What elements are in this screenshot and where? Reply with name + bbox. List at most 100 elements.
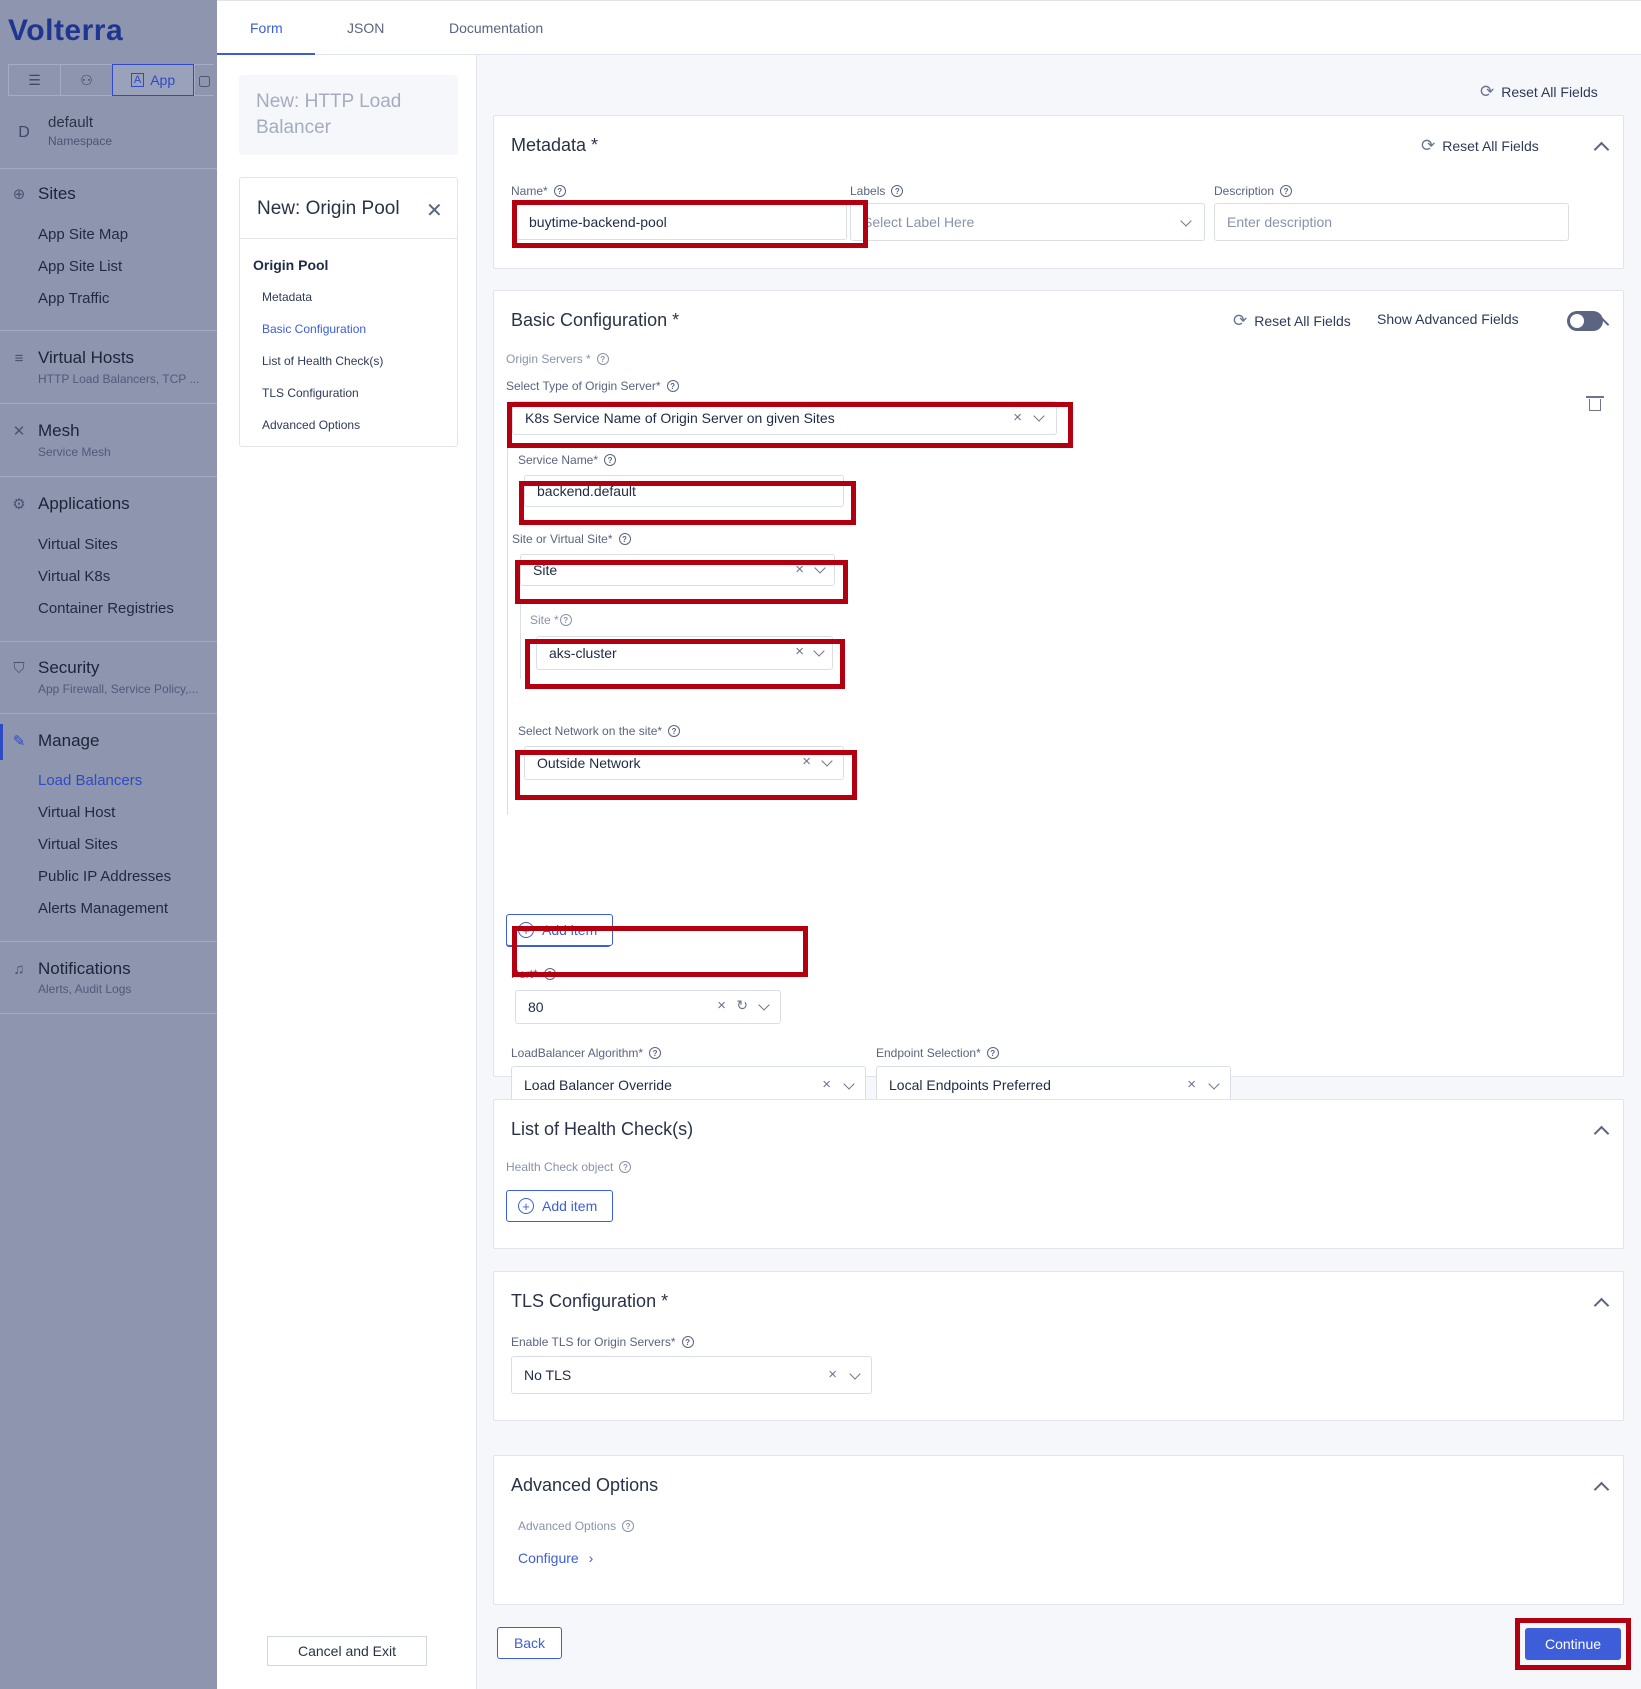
sidebar-divider bbox=[0, 476, 217, 477]
sidebar-item-app-site-list[interactable]: App Site List bbox=[38, 258, 122, 275]
collapse-icon[interactable] bbox=[1593, 1294, 1609, 1310]
configure-link[interactable]: Configure › bbox=[518, 1550, 593, 1566]
sidebar-item-virtual-host[interactable]: Virtual Host bbox=[38, 804, 115, 821]
shield-icon: ⛉ bbox=[13, 659, 25, 677]
help-icon[interactable]: ? bbox=[619, 1161, 632, 1173]
nav-health-checks[interactable]: List of Health Check(s) bbox=[262, 354, 383, 368]
reset-basic-button[interactable]: ⟳ Reset All Fields bbox=[1233, 311, 1351, 331]
refresh-icon[interactable]: ↻ bbox=[736, 997, 748, 1014]
back-button[interactable]: Back bbox=[497, 1627, 562, 1659]
reset-label: Reset All Fields bbox=[1254, 313, 1351, 329]
origin-pool-card: New: Origin Pool ✕ Origin Pool Metadata … bbox=[239, 177, 458, 447]
description-input[interactable]: Enter description bbox=[1214, 203, 1569, 241]
sidebar-item-app-traffic[interactable]: App Traffic bbox=[38, 290, 109, 307]
nav-basic-configuration[interactable]: Basic Configuration bbox=[262, 322, 366, 336]
trash-icon[interactable] bbox=[1586, 395, 1604, 411]
sidebar-section-subtitle: App Firewall, Service Policy,... bbox=[38, 682, 199, 696]
nav-tls-configuration[interactable]: TLS Configuration bbox=[262, 386, 359, 400]
more-mode-icon[interactable]: ▢ bbox=[194, 64, 214, 96]
app-icon: A bbox=[130, 73, 145, 87]
clear-icon[interactable]: × bbox=[828, 1366, 837, 1383]
chevron-down-icon bbox=[1208, 1078, 1220, 1090]
sidebar-section-notifications[interactable]: ♫ Notifications bbox=[10, 959, 130, 979]
enable-tls-select[interactable]: No TLS × bbox=[511, 1356, 872, 1394]
help-icon[interactable]: ? bbox=[596, 353, 609, 365]
clear-icon[interactable]: × bbox=[717, 997, 726, 1014]
reset-all-fields-top[interactable]: ⟳ Reset All Fields bbox=[1480, 82, 1598, 102]
mode-tab-app-label: App bbox=[150, 72, 176, 88]
labels-select[interactable]: Select Label Here bbox=[850, 203, 1205, 241]
collapse-icon[interactable] bbox=[1593, 1478, 1609, 1494]
collapse-icon[interactable] bbox=[1593, 138, 1609, 154]
bell-icon: ♫ bbox=[13, 960, 25, 978]
sidebar-section-subtitle: Alerts, Audit Logs bbox=[38, 982, 132, 996]
help-icon[interactable]: ? bbox=[618, 533, 631, 545]
mode-tab-app[interactable]: A App bbox=[112, 64, 194, 96]
sidebar-section-sites[interactable]: ⊕ Sites bbox=[10, 184, 76, 204]
sidebar-item-app-site-map[interactable]: App Site Map bbox=[38, 226, 128, 243]
nesting-line bbox=[507, 447, 508, 815]
collapse-icon[interactable] bbox=[1593, 1122, 1609, 1138]
advanced-options-card: Advanced Options Advanced Options? Confi… bbox=[493, 1455, 1624, 1605]
clear-icon[interactable]: × bbox=[822, 1076, 831, 1093]
sidebar-section-label: Sites bbox=[38, 184, 76, 203]
tls-configuration-card: TLS Configuration * Enable TLS for Origi… bbox=[493, 1271, 1624, 1421]
help-icon[interactable]: ? bbox=[559, 614, 572, 626]
refresh-icon: ⟳ bbox=[1233, 311, 1248, 330]
volterra-logo[interactable]: Volterra bbox=[8, 14, 123, 48]
tree-view-icon[interactable]: ☰ bbox=[8, 64, 60, 96]
sidebar-item-alerts-management[interactable]: Alerts Management bbox=[38, 900, 168, 917]
sidebar-section-mesh[interactable]: ✕ Mesh bbox=[10, 421, 80, 441]
sidebar-item-virtual-sites[interactable]: Virtual Sites bbox=[38, 536, 118, 553]
sidebar-item-virtual-sites-manage[interactable]: Virtual Sites bbox=[38, 836, 118, 853]
highlight-box bbox=[525, 639, 845, 689]
origin-pool-title: New: Origin Pool bbox=[257, 198, 400, 219]
sidebar-section-security[interactable]: ⛉ Security bbox=[10, 658, 99, 678]
sidebar-section-applications[interactable]: ⚙ Applications bbox=[10, 494, 129, 514]
main-sidebar: Volterra ☰ ⚇ A App ▢ D default Namespace… bbox=[0, 0, 217, 1689]
help-icon[interactable]: ? bbox=[622, 1520, 635, 1532]
help-icon[interactable]: ? bbox=[1280, 185, 1293, 197]
port-input[interactable]: 80 × ↻ bbox=[515, 990, 781, 1024]
parent-lb-card[interactable]: New: HTTP Load Balancer bbox=[239, 75, 458, 155]
site-or-vsite-label: Site or Virtual Site*? bbox=[512, 532, 631, 546]
help-icon[interactable]: ? bbox=[986, 1047, 999, 1059]
form-tab-bar: Form JSON Documentation bbox=[217, 0, 1641, 55]
site-label-text: Site * bbox=[530, 613, 559, 627]
nav-metadata[interactable]: Metadata bbox=[262, 290, 312, 304]
sidebar-item-load-balancers[interactable]: Load Balancers bbox=[38, 772, 142, 789]
help-icon[interactable]: ? bbox=[681, 1336, 694, 1348]
sidebar-item-container-registries[interactable]: Container Registries bbox=[38, 600, 174, 617]
user-settings-icon[interactable]: ⚇ bbox=[60, 64, 112, 96]
enable-tls-value: No TLS bbox=[524, 1367, 572, 1383]
clear-icon[interactable]: × bbox=[1187, 1076, 1196, 1093]
nav-origin-pool[interactable]: Origin Pool bbox=[253, 257, 328, 273]
nav-advanced-options[interactable]: Advanced Options bbox=[262, 418, 360, 432]
help-icon[interactable]: ? bbox=[891, 185, 904, 197]
tab-documentation[interactable]: Documentation bbox=[449, 20, 543, 36]
add-health-check-button[interactable]: + Add item bbox=[506, 1190, 613, 1222]
close-icon[interactable]: ✕ bbox=[426, 198, 443, 223]
sidebar-item-virtual-k8s[interactable]: Virtual K8s bbox=[38, 568, 110, 585]
form-navigation-panel: New: HTTP Load Balancer New: Origin Pool… bbox=[217, 55, 477, 1689]
sidebar-section-manage[interactable]: ✎ Manage bbox=[10, 731, 100, 751]
tab-json[interactable]: JSON bbox=[347, 20, 384, 36]
gear-icon: ⚙ bbox=[12, 496, 26, 513]
enable-tls-label-text: Enable TLS for Origin Servers* bbox=[511, 1335, 676, 1349]
namespace-avatar[interactable]: D bbox=[9, 118, 39, 148]
collapse-icon[interactable] bbox=[1593, 313, 1609, 329]
sidebar-item-public-ip-addresses[interactable]: Public IP Addresses bbox=[38, 868, 171, 885]
help-icon[interactable]: ? bbox=[666, 380, 679, 392]
sidebar-divider bbox=[0, 168, 217, 169]
namespace-name[interactable]: default bbox=[48, 114, 93, 131]
cancel-and-exit-button[interactable]: Cancel and Exit bbox=[267, 1636, 427, 1666]
refresh-icon: ⟳ bbox=[1421, 136, 1436, 155]
help-icon[interactable]: ? bbox=[668, 725, 681, 737]
sidebar-section-virtual-hosts[interactable]: ≡ Virtual Hosts bbox=[10, 348, 134, 368]
reset-metadata-button[interactable]: ⟳ Reset All Fields bbox=[1421, 136, 1539, 156]
help-icon[interactable]: ? bbox=[553, 185, 566, 197]
help-icon[interactable]: ? bbox=[649, 1047, 662, 1059]
help-icon[interactable]: ? bbox=[604, 454, 617, 466]
tab-form[interactable]: Form bbox=[250, 20, 283, 36]
refresh-icon: ⟳ bbox=[1480, 82, 1495, 101]
